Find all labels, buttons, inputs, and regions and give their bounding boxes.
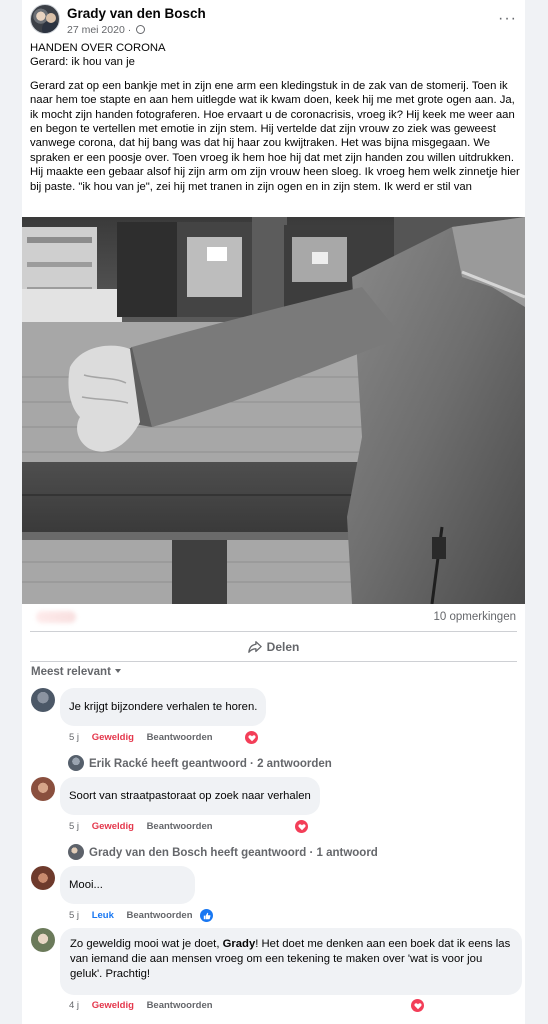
comment-sort-dropdown[interactable]: Meest relevant (31, 666, 121, 678)
reply-button[interactable]: Beantwoorden (147, 1000, 213, 1011)
share-button[interactable]: Delen (22, 633, 525, 661)
comment-text: Soort van straatpastoraat op zoek naar v… (69, 790, 311, 802)
comment-age[interactable]: 5 j (69, 821, 79, 832)
share-icon (247, 641, 262, 653)
heart-icon[interactable] (411, 999, 424, 1012)
comment: Je krijgt bijzondere verhalen te horen. … (31, 688, 521, 778)
photo-arm-on-bench (22, 217, 525, 604)
replies-text: Grady van den Bosch heeft geantwoord · 1… (89, 847, 378, 859)
comment-text: Zo geweldig mooi wat je doet, (70, 938, 223, 950)
replier-avatar (68, 844, 84, 860)
reply-button[interactable]: Beantwoorden (127, 910, 193, 921)
post-card: Grady van den Bosch 27 mei 2020 · ··· HA… (22, 0, 525, 1024)
post-photo[interactable] (22, 217, 525, 604)
replies-summary[interactable]: Erik Racké heeft geantwoord · 2 antwoord… (68, 755, 332, 771)
comment-bubble: Soort van straatpastoraat op zoek naar v… (60, 777, 320, 815)
commenter-avatar[interactable] (31, 928, 55, 952)
comment: Mooi... 5 j Leuk Beantwoorden (31, 866, 521, 926)
replier-avatar (68, 755, 84, 771)
comment-actions: 5 j Geweldig Beantwoorden (69, 732, 223, 743)
chevron-down-icon (114, 669, 121, 673)
comment-bubble: Zo geweldig mooi wat je doet, Grady! Het… (60, 928, 522, 995)
comment-count[interactable]: 10 opmerkingen (434, 611, 516, 623)
post-title: HANDEN OVER CORONA (30, 42, 166, 54)
reply-button[interactable]: Beantwoorden (147, 732, 213, 743)
reaction-button[interactable]: Geweldig (92, 1000, 134, 1011)
post-date[interactable]: 27 mei 2020 · (67, 24, 146, 36)
comment-text: Mooi... (69, 879, 103, 891)
comment: Soort van straatpastoraat op zoek naar v… (31, 777, 521, 867)
comment-actions: 4 j Geweldig Beantwoorden (69, 1000, 223, 1011)
post-subtitle: Gerard: ik hou van je (30, 56, 135, 69)
replies-summary[interactable]: Grady van den Bosch heeft geantwoord · 1… (68, 844, 378, 860)
reply-button[interactable]: Beantwoorden (147, 821, 213, 832)
reaction-button[interactable]: Leuk (92, 910, 114, 921)
heart-icon[interactable] (295, 820, 308, 833)
heart-icon[interactable] (245, 731, 258, 744)
post-text: HANDEN OVER CORONA Gerard: ik hou van je… (30, 41, 520, 203)
comment: Zo geweldig mooi wat je doet, Grady! Het… (31, 928, 522, 1024)
reaction-summary[interactable] (36, 611, 76, 623)
post-body: Gerard zat op een bankje met in zijn ene… (30, 79, 520, 193)
commenter-avatar[interactable] (31, 777, 55, 801)
post-title-block: HANDEN OVER CORONA Gerard: ik hou van je (30, 41, 520, 70)
reaction-button[interactable]: Geweldig (92, 732, 134, 743)
commenter-avatar[interactable] (31, 688, 55, 712)
replies-text: Erik Racké heeft geantwoord · 2 antwoord… (89, 758, 332, 770)
comment-text: Je krijgt bijzondere verhalen te horen. (69, 701, 258, 713)
comment-age[interactable]: 4 j (69, 1000, 79, 1011)
comment-age[interactable]: 5 j (69, 910, 79, 921)
comment-bubble: Je krijgt bijzondere verhalen te horen. (60, 688, 267, 726)
post-date-text: 27 mei 2020 · (67, 24, 132, 36)
more-options-icon[interactable]: ··· (498, 10, 517, 28)
mentioned-user[interactable]: Grady (223, 938, 256, 950)
author-name[interactable]: Grady van den Bosch (67, 6, 206, 21)
share-label: Delen (266, 640, 300, 654)
comment-age[interactable]: 5 j (69, 732, 79, 743)
comment-actions: 5 j Leuk Beantwoorden (69, 910, 203, 921)
thumbs-up-icon[interactable] (200, 909, 213, 922)
divider (30, 661, 517, 662)
sort-label: Meest relevant (31, 666, 111, 678)
post-stats: 10 opmerkingen (22, 604, 525, 632)
comment-actions: 5 j Geweldig Beantwoorden (69, 821, 223, 832)
comment-bubble: Mooi... (60, 866, 195, 904)
post-header: Grady van den Bosch 27 mei 2020 · ··· (30, 4, 517, 38)
divider (30, 631, 517, 632)
reaction-button[interactable]: Geweldig (92, 821, 134, 832)
commenter-avatar[interactable] (31, 866, 55, 890)
author-avatar[interactable] (30, 4, 60, 34)
globe-icon (136, 25, 146, 34)
